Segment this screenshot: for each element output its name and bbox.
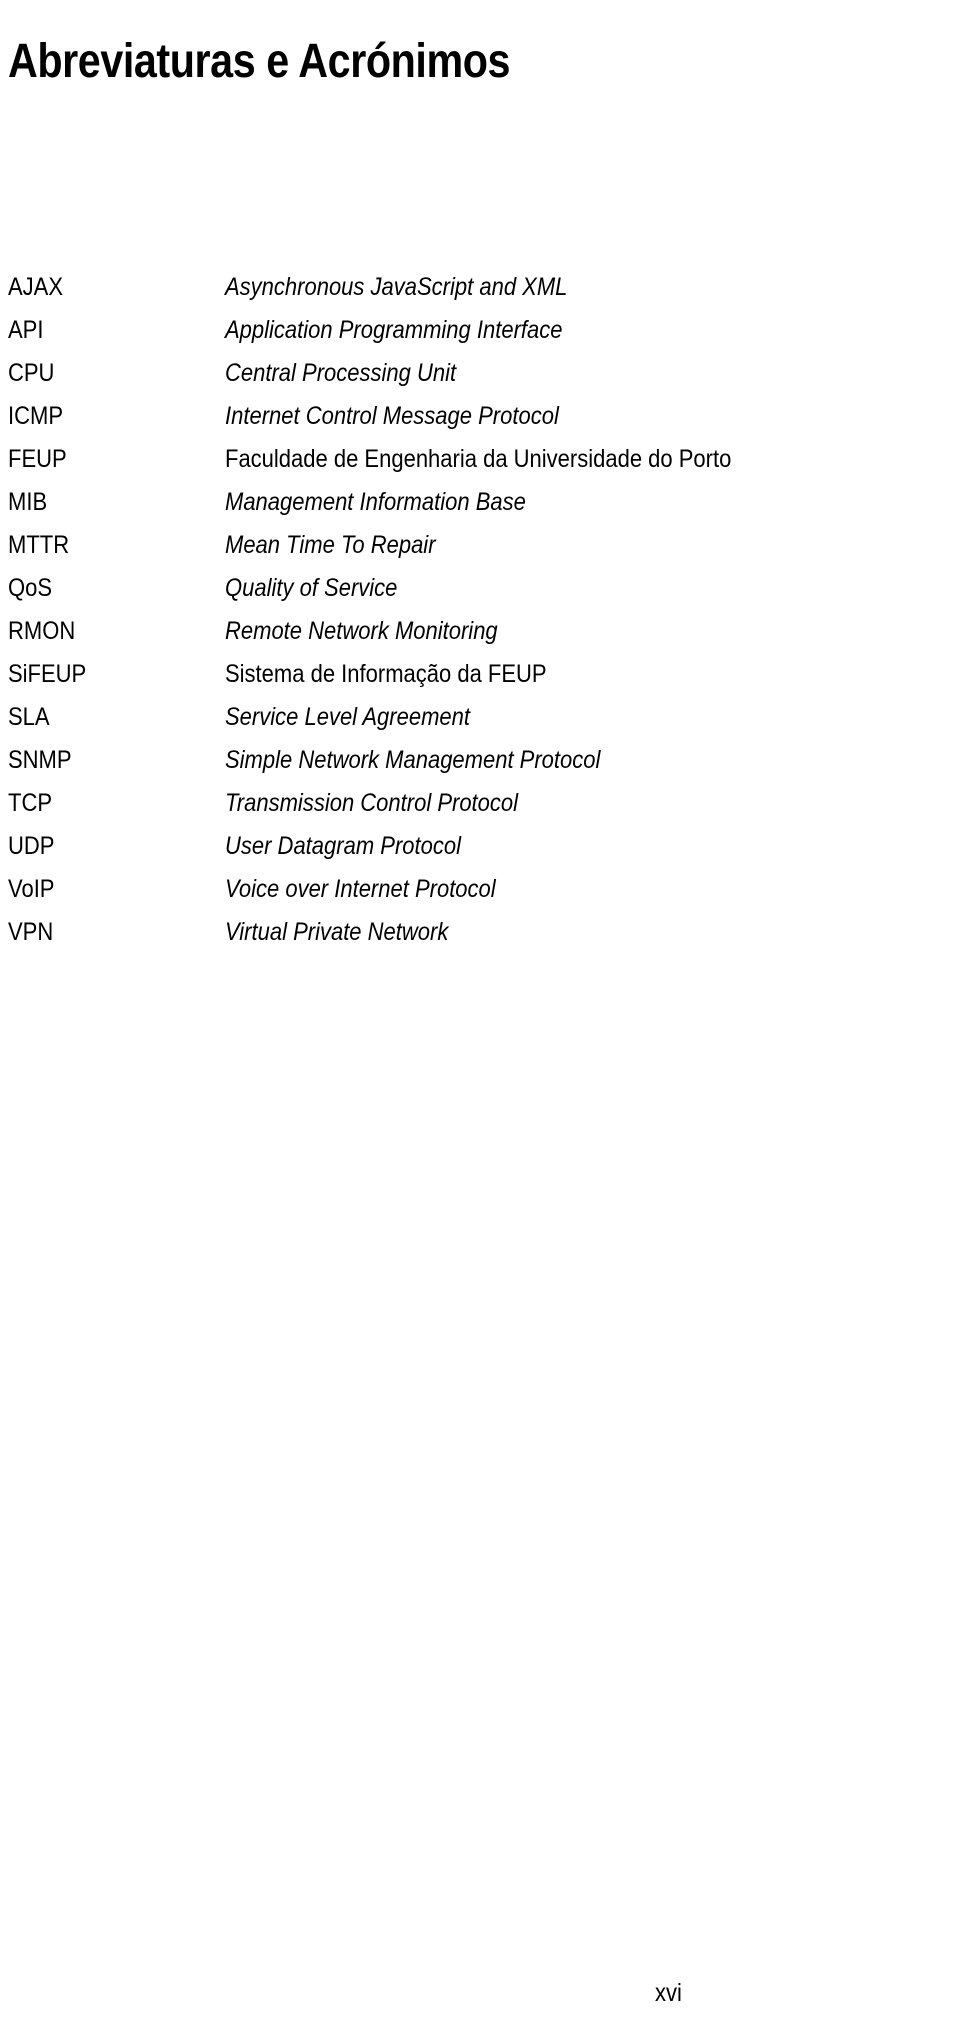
abbreviation-definition: Voice over Internet Protocol — [225, 875, 496, 903]
abbreviation-term: VoIP — [8, 875, 55, 903]
abbreviation-row: FEUP Faculdade de Engenharia da Universid… — [0, 444, 960, 487]
abbreviation-row: ICMP Internet Control Message Protocol — [0, 401, 960, 444]
abbreviation-definition: Transmission Control Protocol — [225, 789, 519, 817]
abbreviation-term: TCP — [8, 789, 52, 817]
abbreviation-definition: Faculdade de Engenharia da Universidade … — [225, 445, 732, 473]
abbreviation-term: SiFEUP — [8, 660, 87, 688]
abbreviation-row: SLA Service Level Agreement — [0, 702, 960, 745]
abbreviation-row: RMON Remote Network Monitoring — [0, 616, 960, 659]
abbreviation-row: UDP User Datagram Protocol — [0, 831, 960, 874]
abbreviation-row: MTTR Mean Time To Repair — [0, 530, 960, 573]
abbreviation-definition: Sistema de Informação da FEUP — [225, 660, 547, 688]
abbreviation-term: SLA — [8, 703, 50, 731]
abbreviation-term: SNMP — [8, 746, 72, 774]
abbreviation-definition: Mean Time To Repair — [225, 531, 436, 559]
document-page: Abreviaturas e Acrónimos AJAX Asynchronou… — [0, 0, 960, 2018]
abbreviation-row: AJAX Asynchronous JavaScript and XML — [0, 272, 960, 315]
abbreviation-term: QoS — [8, 574, 53, 602]
abbreviation-row: API Application Programming Interface — [0, 315, 960, 358]
abbreviation-term: CPU — [8, 359, 55, 387]
abbreviation-list: AJAX Asynchronous JavaScript and XML API Ap… — [0, 272, 960, 960]
abbreviation-row: VoIP Voice over Internet Protocol — [0, 874, 960, 917]
page-number: xvi — [655, 1979, 682, 2007]
abbreviation-definition: Virtual Private Network — [225, 918, 449, 946]
abbreviation-definition: Application Programming Interface — [225, 316, 563, 344]
abbreviation-definition: User Datagram Protocol — [225, 832, 461, 860]
abbreviation-row: VPN Virtual Private Network — [0, 917, 960, 960]
abbreviation-definition: Internet Control Message Protocol — [225, 402, 559, 430]
abbreviation-row: TCP Transmission Control Protocol — [0, 788, 960, 831]
abbreviation-definition: Management Information Base — [225, 488, 526, 516]
abbreviation-row: SiFEUP Sistema de Informação da FEUP — [0, 659, 960, 702]
abbreviation-definition: Remote Network Monitoring — [225, 617, 498, 645]
abbreviation-term: MTTR — [8, 531, 70, 559]
abbreviation-term: MIB — [8, 488, 48, 516]
abbreviation-term: AJAX — [8, 273, 64, 301]
abbreviation-definition: Quality of Service — [225, 574, 398, 602]
abbreviation-row: SNMP Simple Network Management Protocol — [0, 745, 960, 788]
abbreviation-term: API — [8, 316, 44, 344]
abbreviation-definition: Asynchronous JavaScript and XML — [225, 273, 568, 301]
abbreviation-term: UDP — [8, 832, 55, 860]
abbreviation-definition: Central Processing Unit — [225, 359, 457, 387]
abbreviation-term: FEUP — [8, 445, 67, 473]
abbreviation-row: MIB Management Information Base — [0, 487, 960, 530]
page-title: Abreviaturas e Acrónimos — [8, 35, 511, 89]
abbreviation-row: QoS Quality of Service — [0, 573, 960, 616]
abbreviation-term: RMON — [8, 617, 76, 645]
abbreviation-term: VPN — [8, 918, 54, 946]
abbreviation-definition: Simple Network Management Protocol — [225, 746, 601, 774]
abbreviation-term: ICMP — [8, 402, 63, 430]
abbreviation-definition: Service Level Agreement — [225, 703, 470, 731]
abbreviation-row: CPU Central Processing Unit — [0, 358, 960, 401]
